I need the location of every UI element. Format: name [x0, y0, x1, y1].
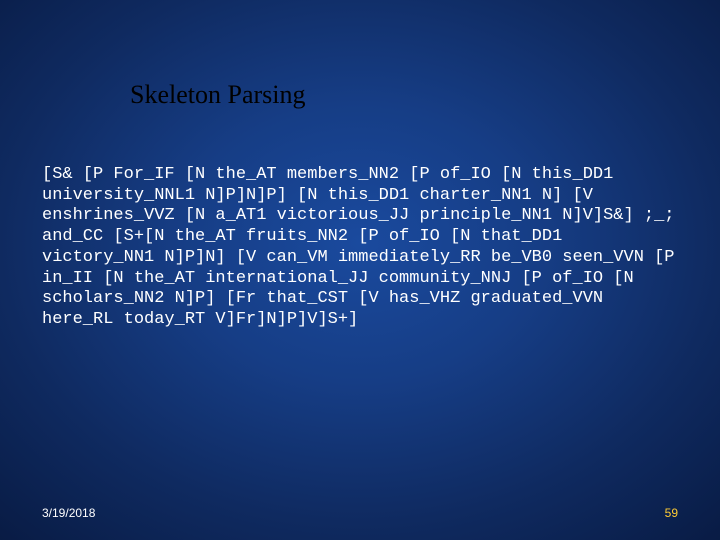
slide-content: [S& [P For_IF [N the_AT members_NN2 [P o… — [42, 165, 678, 331]
footer-date: 3/19/2018 — [42, 506, 95, 520]
slide-title: Skeleton Parsing — [130, 80, 306, 110]
footer-page-number: 59 — [665, 506, 678, 520]
